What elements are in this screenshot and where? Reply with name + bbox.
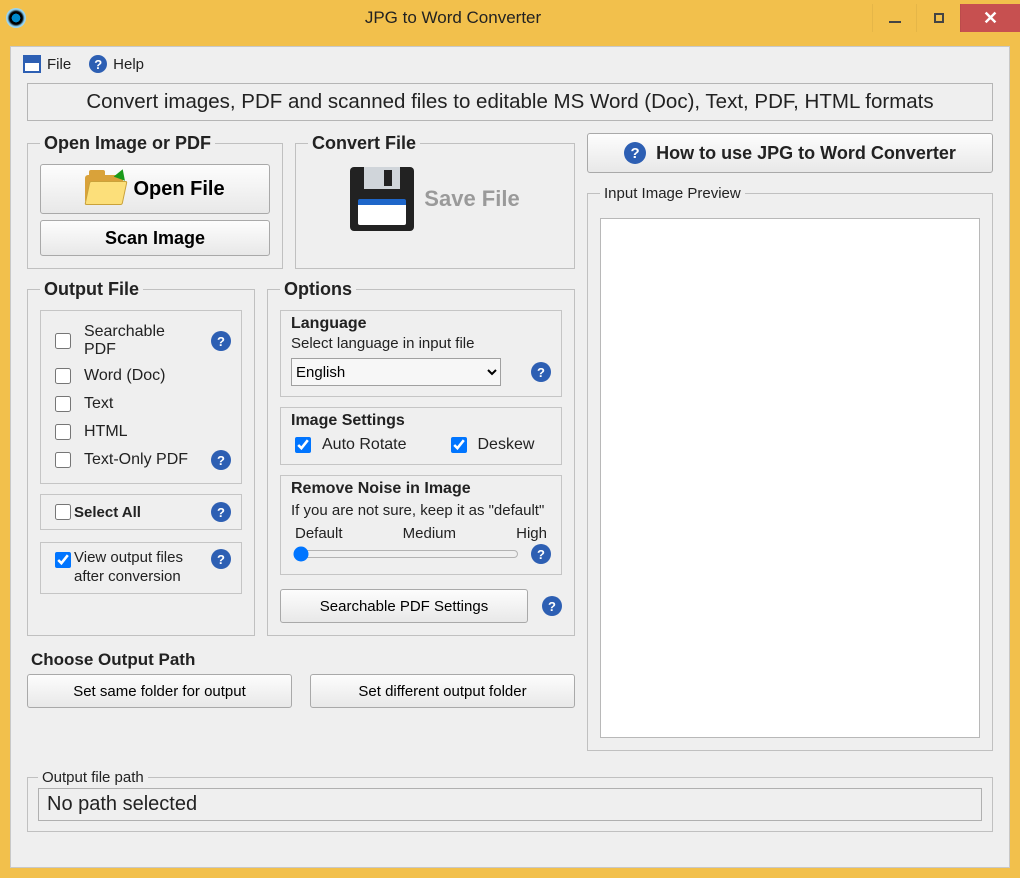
checkbox-deskew-label: Deskew <box>478 436 535 454</box>
how-to-use-label: How to use JPG to Word Converter <box>656 143 956 164</box>
window-controls: ✕ <box>872 4 1020 32</box>
input-image-preview-legend: Input Image Preview <box>600 185 745 202</box>
help-icon[interactable]: ? <box>531 544 551 564</box>
checkbox-deskew[interactable]: Deskew <box>447 434 535 456</box>
checkbox-select-all-label: Select All <box>74 504 141 521</box>
open-image-legend: Open Image or PDF <box>40 133 215 154</box>
noise-hint: If you are not sure, keep it as "default… <box>291 502 551 519</box>
set-same-folder-label: Set same folder for output <box>73 683 246 700</box>
noise-label-medium: Medium <box>403 525 456 542</box>
language-select[interactable]: English <box>291 358 501 386</box>
checkbox-word-doc-input[interactable] <box>55 368 71 384</box>
checkbox-text-only-pdf-input[interactable] <box>55 452 71 468</box>
searchable-pdf-settings-label: Searchable PDF Settings <box>320 598 488 615</box>
save-file-button[interactable]: Save File <box>424 186 519 212</box>
checkbox-searchable-pdf[interactable]: Searchable PDF ? <box>51 323 231 359</box>
checkbox-html-label: HTML <box>84 423 128 441</box>
save-icon <box>23 55 41 73</box>
set-same-folder-button[interactable]: Set same folder for output <box>27 674 292 708</box>
input-image-preview-area <box>600 218 980 738</box>
input-image-preview-group: Input Image Preview <box>587 185 993 751</box>
checkbox-select-all-input[interactable] <box>55 504 71 520</box>
banner: Convert images, PDF and scanned files to… <box>27 83 993 121</box>
convert-file-legend: Convert File <box>308 133 420 154</box>
convert-file-group: Convert File Save File <box>295 133 575 269</box>
scan-image-button[interactable]: Scan Image <box>40 220 270 256</box>
help-icon: ? <box>89 55 107 73</box>
choose-output-path-title: Choose Output Path <box>27 650 575 670</box>
checkbox-select-all[interactable]: Select All ? <box>51 501 231 523</box>
menu-help-label: Help <box>113 56 144 73</box>
checkbox-text-only-pdf[interactable]: Text-Only PDF ? <box>51 449 231 471</box>
checkbox-word-doc[interactable]: Word (Doc) <box>51 365 231 387</box>
menubar: File ? Help <box>21 51 999 83</box>
help-icon[interactable]: ? <box>211 549 231 569</box>
help-icon[interactable]: ? <box>211 502 231 522</box>
set-different-folder-button[interactable]: Set different output folder <box>310 674 575 708</box>
output-file-legend: Output File <box>40 279 143 300</box>
help-icon[interactable]: ? <box>211 331 231 351</box>
checkbox-deskew-input[interactable] <box>451 437 467 453</box>
client-area: File ? Help Convert images, PDF and scan… <box>10 46 1010 868</box>
checkbox-auto-rotate-input[interactable] <box>295 437 311 453</box>
minimize-button[interactable] <box>872 4 916 32</box>
language-title: Language <box>291 315 551 333</box>
checkbox-text-label: Text <box>84 395 113 413</box>
close-button[interactable]: ✕ <box>960 4 1020 32</box>
checkbox-html-input[interactable] <box>55 424 71 440</box>
open-file-label: Open File <box>133 178 224 201</box>
menu-help[interactable]: ? Help <box>89 55 144 73</box>
titlebar: JPG to Word Converter ✕ <box>0 0 1020 36</box>
checkbox-view-output-input[interactable] <box>55 552 71 568</box>
menu-file[interactable]: File <box>23 55 71 73</box>
floppy-disk-icon <box>350 167 414 231</box>
app-icon <box>6 8 26 28</box>
image-settings-title: Image Settings <box>291 412 551 430</box>
noise-label-high: High <box>516 525 547 542</box>
maximize-button[interactable] <box>916 4 960 32</box>
set-different-folder-label: Set different output folder <box>358 683 526 700</box>
checkbox-auto-rotate-label: Auto Rotate <box>322 436 407 454</box>
window-title: JPG to Word Converter <box>34 8 872 28</box>
output-file-path-value: No path selected <box>38 788 982 821</box>
noise-slider[interactable] <box>293 546 519 562</box>
scan-image-label: Scan Image <box>105 228 205 249</box>
checkbox-text-only-pdf-label: Text-Only PDF <box>84 451 188 469</box>
searchable-pdf-settings-button[interactable]: Searchable PDF Settings <box>280 589 528 623</box>
options-group: Options Language Select language in inpu… <box>267 279 575 636</box>
open-file-button[interactable]: Open File <box>40 164 270 214</box>
checkbox-auto-rotate[interactable]: Auto Rotate <box>291 434 407 456</box>
folder-open-icon <box>85 175 123 203</box>
checkbox-view-output-label: View output files after conversion <box>74 549 194 587</box>
language-hint: Select language in input file <box>291 335 551 352</box>
noise-title: Remove Noise in Image <box>291 480 551 498</box>
noise-label-default: Default <box>295 525 343 542</box>
how-to-use-button[interactable]: ? How to use JPG to Word Converter <box>587 133 993 173</box>
help-icon: ? <box>624 142 646 164</box>
help-icon[interactable]: ? <box>211 450 231 470</box>
help-icon[interactable]: ? <box>531 362 551 382</box>
checkbox-searchable-pdf-input[interactable] <box>55 333 71 349</box>
checkbox-view-output[interactable]: View output files after conversion ? <box>51 549 231 587</box>
open-image-group: Open Image or PDF Open File Scan Image <box>27 133 283 269</box>
checkbox-text-input[interactable] <box>55 396 71 412</box>
checkbox-searchable-pdf-label: Searchable PDF <box>84 323 201 359</box>
output-file-path-group: Output file path No path selected <box>27 769 993 832</box>
checkbox-html[interactable]: HTML <box>51 421 231 443</box>
output-file-group: Output File Searchable PDF ? <box>27 279 255 636</box>
output-file-path-legend: Output file path <box>38 769 148 786</box>
checkbox-text[interactable]: Text <box>51 393 231 415</box>
menu-file-label: File <box>47 56 71 73</box>
checkbox-word-doc-label: Word (Doc) <box>84 367 166 385</box>
choose-output-path-group: Choose Output Path Set same folder for o… <box>27 646 575 712</box>
options-legend: Options <box>280 279 356 300</box>
help-icon[interactable]: ? <box>542 596 562 616</box>
